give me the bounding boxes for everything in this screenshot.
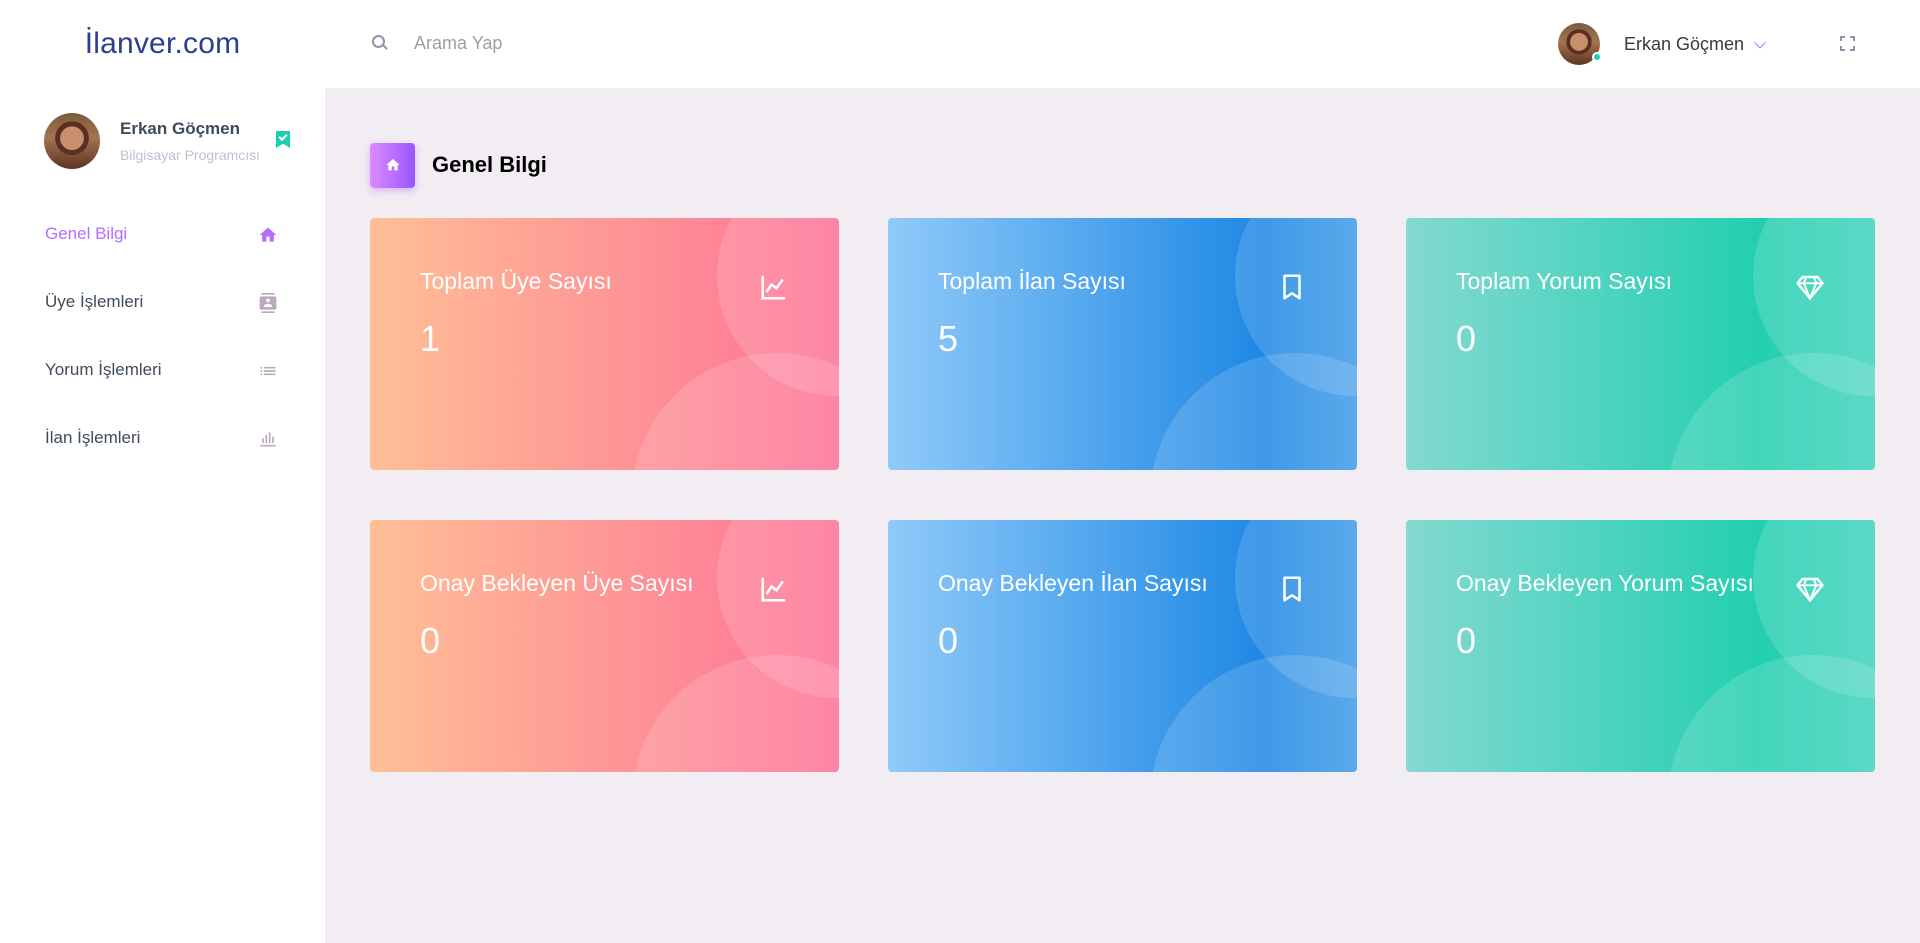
stat-card-value: 0	[1456, 318, 1477, 359]
sidebar: Erkan Göçmen Bilgisayar Programcısı Gene…	[0, 88, 325, 943]
search-icon[interactable]	[370, 33, 390, 53]
fullscreen-icon[interactable]	[1840, 36, 1855, 51]
stat-card-value: 0	[938, 620, 959, 661]
stat-card-value: 0	[420, 620, 441, 661]
online-status-dot	[1592, 52, 1602, 62]
sidebar-item-yorum-islemleri[interactable]: Yorum İşlemleri	[0, 336, 325, 404]
stat-card-total-comments[interactable]: Toplam Yorum Sayısı 0	[1406, 218, 1875, 470]
sidebar-item-label: Genel Bilgi	[45, 224, 128, 243]
brand-logo[interactable]: İlanver.com	[0, 0, 325, 88]
sidebar-profile-name: Erkan Göçmen	[120, 119, 240, 138]
navbar-user-name[interactable]: Erkan Göçmen	[1624, 34, 1744, 55]
stat-card-total-listings[interactable]: Toplam İlan Sayısı 5	[888, 218, 1357, 470]
chevron-down-icon[interactable]	[1754, 37, 1766, 49]
bar-chart-icon	[260, 432, 276, 447]
contacts-icon	[259, 293, 277, 313]
sidebar-item-uye-islemleri[interactable]: Üye İşlemleri	[0, 268, 325, 336]
sidebar-item-label: İlan İşlemleri	[45, 428, 141, 447]
avatar[interactable]	[1558, 23, 1602, 65]
sidebar-item-label: Yorum İşlemleri	[45, 360, 162, 379]
sidebar-profile[interactable]: Erkan Göçmen Bilgisayar Programcısı	[44, 113, 294, 169]
sidebar-profile-role: Bilgisayar Programcısı	[120, 147, 261, 163]
stat-card-pending-comments[interactable]: Onay Bekleyen Yorum Sayısı 0	[1406, 520, 1875, 772]
stat-card-total-members[interactable]: Toplam Üye Sayısı 1	[370, 218, 839, 470]
stat-card-value: 0	[1456, 620, 1477, 661]
stat-card-title: Toplam İlan Sayısı	[938, 268, 1126, 294]
stat-card-pending-listings[interactable]: Onay Bekleyen İlan Sayısı 0	[888, 520, 1357, 772]
navbar-profile-dropdown[interactable]: Erkan Göçmen	[1558, 22, 1766, 66]
stat-card-title: Onay Bekleyen Yorum Sayısı	[1456, 570, 1754, 596]
page-header-home-icon	[370, 142, 415, 188]
top-navbar: İlanver.com Erkan Göçmen	[0, 0, 1920, 88]
page-header: Genel Bilgi	[370, 142, 547, 188]
sidebar-menu: Genel Bilgi Üye İşlemleri Yorum İşlemler…	[0, 200, 325, 472]
stat-card-title: Toplam Üye Sayısı	[420, 268, 612, 294]
chart-line-icon	[761, 275, 786, 300]
bookmark-icon	[1283, 576, 1301, 602]
list-icon	[260, 366, 276, 376]
stat-card-title: Onay Bekleyen Üye Sayısı	[420, 570, 694, 596]
home-icon	[385, 159, 400, 171]
stat-card-title: Onay Bekleyen İlan Sayısı	[938, 570, 1208, 596]
page-title: Genel Bilgi	[432, 152, 547, 177]
stat-card-pending-members[interactable]: Onay Bekleyen Üye Sayısı 0	[370, 520, 839, 772]
sidebar-item-genel-bilgi[interactable]: Genel Bilgi	[0, 200, 325, 268]
brand-name[interactable]: İlanver.com	[85, 27, 241, 61]
stat-card-title: Toplam Yorum Sayısı	[1456, 268, 1673, 294]
bookmark-icon	[1283, 274, 1301, 300]
diamond-icon	[1796, 577, 1824, 603]
search-input[interactable]	[414, 32, 714, 54]
search-bar	[370, 28, 714, 58]
sidebar-item-label: Üye İşlemleri	[45, 292, 144, 311]
sidebar-item-ilan-islemleri[interactable]: İlan İşlemleri	[0, 404, 325, 472]
home-icon	[259, 227, 277, 242]
sidebar-avatar[interactable]	[44, 113, 100, 169]
chart-line-icon	[761, 577, 786, 602]
diamond-icon	[1796, 275, 1824, 301]
stat-card-value: 1	[420, 318, 441, 359]
sidebar-profile-text: Erkan Göçmen Bilgisayar Programcısı	[120, 119, 260, 163]
stat-card-value: 5	[938, 318, 959, 359]
